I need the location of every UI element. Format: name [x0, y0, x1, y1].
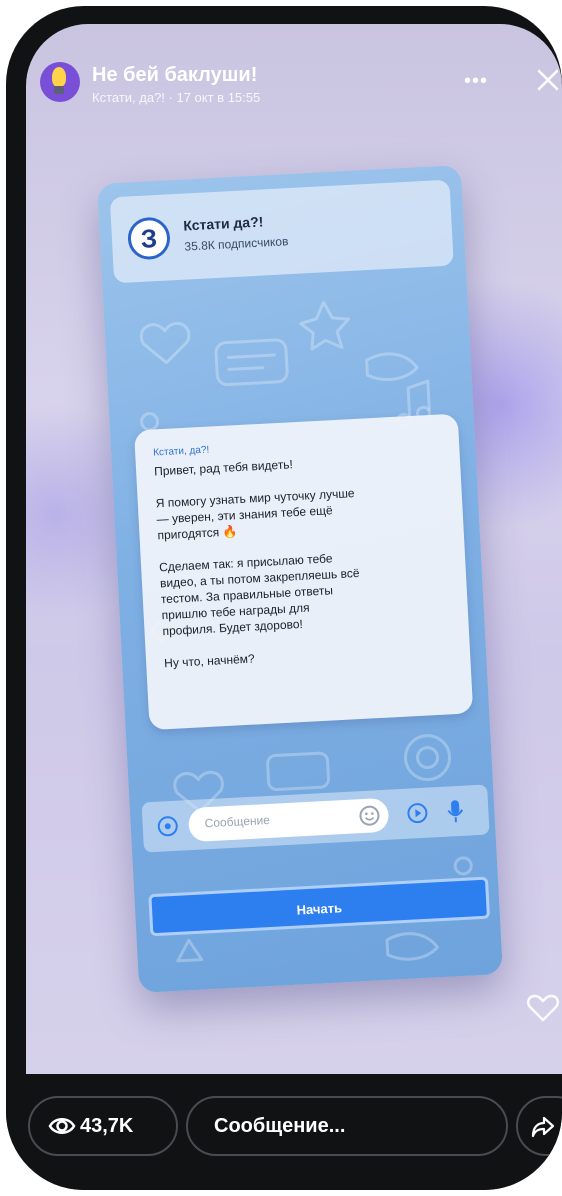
- bot-channel-name: Кстати да?!: [182, 213, 264, 234]
- story-bottom-bar: 43,7K Сообщение...: [6, 1074, 562, 1190]
- lightbulb-base: [54, 86, 64, 94]
- bot-logo: З: [126, 216, 172, 261]
- message-sender: Кстати, да?!: [152, 444, 210, 459]
- story-source-and-date: Кстати, да?! · 17 окт в 15:55: [92, 90, 261, 105]
- phone-frame: Не бей баклуши! Кстати, да?! · 17 окт в …: [6, 6, 562, 1190]
- close-icon[interactable]: [534, 66, 562, 94]
- bot-preview-card: З Кстати да?! 35.8К подписчиков Кстати, …: [97, 165, 503, 993]
- views-counter[interactable]: 43,7K: [28, 1096, 178, 1156]
- views-count: 43,7K: [80, 1115, 134, 1137]
- bot-menu-icon[interactable]: [406, 802, 429, 825]
- reply-input-placeholder: Сообщение...: [214, 1115, 346, 1137]
- like-heart-icon[interactable]: [526, 992, 560, 1024]
- share-icon: [531, 1116, 555, 1138]
- channel-avatar[interactable]: [40, 62, 80, 102]
- channel-title[interactable]: Не бей баклуши!: [92, 64, 257, 87]
- story-header: Не бей баклуши! Кстати, да?! · 17 окт в …: [26, 24, 562, 124]
- lightbulb-icon: [52, 67, 66, 87]
- emoji-icon[interactable]: [358, 804, 381, 827]
- message-input-placeholder: Сообщение: [204, 812, 271, 831]
- share-button[interactable]: [516, 1096, 562, 1156]
- bot-channel-header[interactable]: З Кстати да?! 35.8К подписчиков: [109, 179, 454, 284]
- message-input[interactable]: Сообщение: [187, 797, 390, 843]
- eye-icon: [48, 1118, 76, 1134]
- message-text: Привет, рад тебя видеть! Я помогу узнать…: [153, 457, 360, 671]
- more-options-button[interactable]: •••: [464, 71, 488, 91]
- bot-subscriber-count: 35.8К подписчиков: [184, 234, 289, 254]
- story-screen: Не бей баклуши! Кстати, да?! · 17 окт в …: [26, 24, 562, 1074]
- bot-message-bubble: Кстати, да?! Привет, рад тебя видеть! Я …: [133, 413, 474, 731]
- microphone-icon[interactable]: [446, 798, 465, 825]
- attach-icon[interactable]: [156, 815, 179, 838]
- reply-input[interactable]: Сообщение...: [186, 1096, 508, 1156]
